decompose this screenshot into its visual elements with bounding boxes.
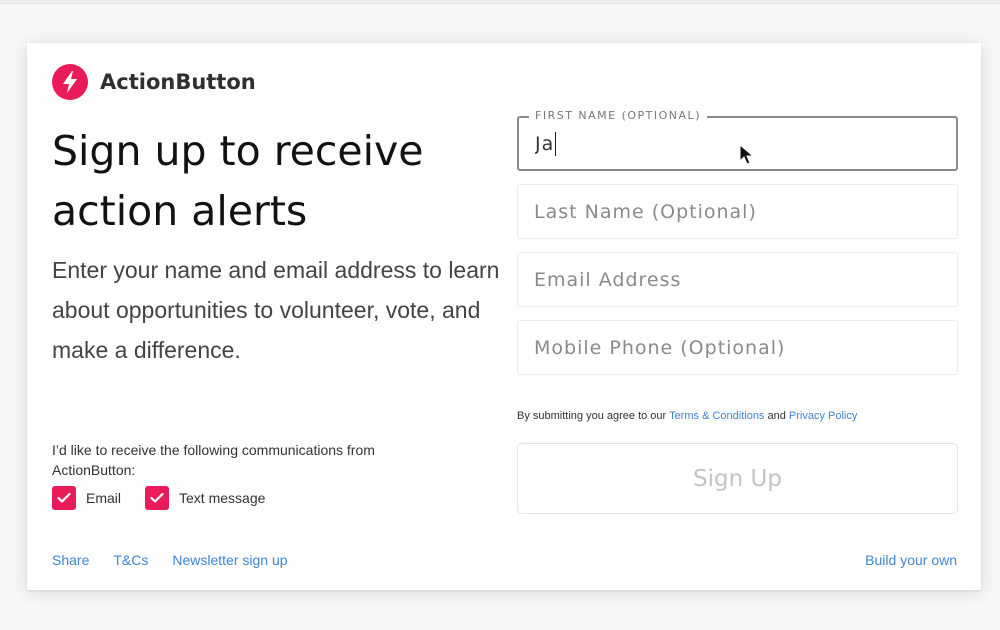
mouse-pointer-icon [739,143,755,171]
communications-label: I’d like to receive the following commun… [52,442,375,478]
mobile-phone-input[interactable] [518,321,957,374]
lightning-bolt-icon [52,64,88,100]
text-opt-in-checkbox[interactable]: Text message [145,486,265,510]
footer-links: Share T&Cs Newsletter sign up [52,552,312,568]
text-caret [555,132,556,156]
email-field[interactable] [517,252,958,307]
signup-form: FIRST NAME (OPTIONAL) [517,109,958,388]
text-opt-in-label: Text message [179,490,266,506]
first-name-field[interactable]: FIRST NAME (OPTIONAL) [517,109,958,171]
sign-up-button[interactable]: Sign Up [517,443,958,514]
brand-name: ActionButton [100,70,256,94]
terms-notice: By submitting you agree to our Terms & C… [517,410,857,422]
signup-card: ActionButton Sign up to receive action a… [27,43,981,590]
email-input[interactable] [518,253,957,306]
checkbox-checked-icon[interactable] [52,486,76,510]
last-name-input[interactable] [518,185,957,238]
brand: ActionButton [52,64,256,100]
first-name-input[interactable] [519,118,956,169]
browser-top-edge [0,0,1000,4]
newsletter-signup-link[interactable]: Newsletter sign up [172,552,287,568]
communications-options: Email Text message [52,486,289,510]
mobile-phone-field[interactable] [517,320,958,375]
terms-joiner: and [764,410,789,422]
page-title: Sign up to receive action alerts [52,127,424,235]
email-opt-in-label: Email [86,490,122,506]
privacy-policy-link[interactable]: Privacy Policy [789,410,857,422]
terms-conditions-link[interactable]: Terms & Conditions [669,410,764,422]
build-your-own-link[interactable]: Build your own [865,552,957,568]
last-name-field[interactable] [517,184,958,239]
email-opt-in-checkbox[interactable]: Email [52,486,121,510]
page-description: Enter your name and email address to lea… [52,257,500,363]
tcs-link[interactable]: T&Cs [113,552,148,568]
share-link[interactable]: Share [52,552,89,568]
terms-prefix: By submitting you agree to our [517,410,670,422]
checkbox-checked-icon[interactable] [145,486,170,510]
